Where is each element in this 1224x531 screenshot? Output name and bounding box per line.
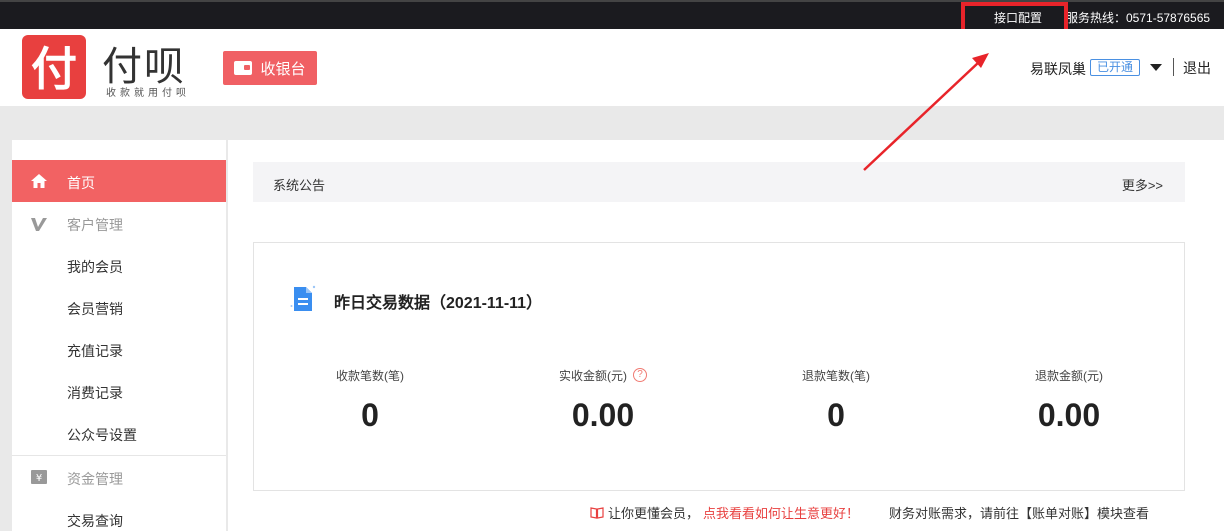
- sidebar-item-my-members[interactable]: 我的会员: [12, 244, 226, 286]
- home-icon: [31, 174, 47, 188]
- status-badge: 已开通: [1090, 59, 1141, 76]
- stat-refund-amount: 退款金额(元) 0.00: [953, 367, 1185, 434]
- sidebar-item-label: 会员营销: [67, 301, 123, 317]
- sidebar-item-label: 我的会员: [67, 259, 123, 275]
- sidebar-item-label: 交易查询: [67, 513, 123, 529]
- stat-value: 0.00: [571, 397, 635, 433]
- finance-note: 财务对账需求，请前往【账单对账】模块查看: [889, 506, 1150, 521]
- stat-received-amount: 实收金额(元) ? 0.00: [487, 367, 719, 434]
- sidebar-item-official-account-settings[interactable]: 公众号设置: [12, 412, 226, 454]
- footer-note: 让你更懂会员， 点我看看如何让生意更好！ 财务对账需求，请前往【账单对账】模块查…: [590, 503, 1149, 522]
- notice-title: 系统公告: [273, 178, 326, 193]
- question-icon[interactable]: ?: [633, 368, 647, 382]
- main-content: 系统公告 更多>> 昨日交易数据（2021-11-11） 收款笔数(笔) 0 实…: [228, 140, 1224, 531]
- svg-text:付: 付: [31, 42, 77, 96]
- sidebar-group-customer[interactable]: 客户管理: [12, 202, 226, 244]
- sidebar-item-home[interactable]: 首页: [12, 160, 226, 202]
- sidebar-item-consumption-records[interactable]: 消费记录: [12, 370, 226, 412]
- logout-link[interactable]: 退出: [1183, 58, 1211, 78]
- promo-link[interactable]: 点我看看如何让生意更好！: [703, 503, 859, 522]
- stat-label: 实收金额(元): [559, 368, 627, 383]
- system-notice-bar: 系统公告 更多>>: [253, 162, 1185, 202]
- sidebar-item-label: 首页: [67, 175, 95, 191]
- sidebar: 首页 客户管理 我的会员 会员营销 充值记录 消费记录 公众号设置 ¥ 资金管理…: [12, 140, 226, 531]
- footer-note-text: 让你更懂会员，: [608, 506, 700, 521]
- stat-value: 0.00: [1037, 397, 1101, 433]
- notice-more-link[interactable]: 更多>>: [1122, 175, 1163, 194]
- yen-icon: ¥: [31, 470, 47, 484]
- stat-value: 0: [827, 397, 845, 433]
- sidebar-item-transaction-query[interactable]: 交易查询: [12, 498, 226, 531]
- sidebar-item-label: 充值记录: [67, 343, 123, 359]
- sidebar-group-funds[interactable]: ¥ 资金管理: [12, 456, 226, 498]
- stat-label: 退款金额(元): [1035, 368, 1103, 383]
- sidebar-item-label: 资金管理: [67, 471, 123, 487]
- stat-label: 收款笔数(笔): [336, 368, 404, 383]
- v-icon: [31, 218, 47, 231]
- svg-text:¥: ¥: [36, 473, 42, 484]
- stat-label: 退款笔数(笔): [802, 368, 870, 383]
- book-icon: [590, 506, 604, 519]
- logo-slogan: 收款就用付呗: [106, 88, 190, 99]
- chevron-down-icon[interactable]: [1150, 64, 1162, 71]
- sidebar-item-recharge-records[interactable]: 充值记录: [12, 328, 226, 370]
- yesterday-stats-card: 昨日交易数据（2021-11-11） 收款笔数(笔) 0 实收金额(元) ? 0…: [253, 242, 1185, 491]
- cashier-button[interactable]: 收银台: [223, 51, 317, 85]
- document-icon: [290, 285, 316, 311]
- stats-title: 昨日交易数据（2021-11-11）: [334, 295, 543, 312]
- wallet-icon: [234, 61, 253, 75]
- logo-icon[interactable]: 付: [22, 35, 86, 99]
- sidebar-item-label: 消费记录: [67, 385, 123, 401]
- sidebar-item-label: 公众号设置: [67, 427, 137, 443]
- cashier-label: 收银台: [260, 60, 306, 78]
- service-hotline: 服务热线：0571-57876565: [1066, 11, 1211, 25]
- stat-value: 0: [361, 397, 379, 433]
- stat-refund-count: 退款笔数(笔) 0: [720, 367, 952, 434]
- header: 付 付呗 收款就用付呗 收银台 易联凤巢 已开通 退出: [0, 29, 1224, 106]
- sidebar-item-label: 客户管理: [67, 217, 123, 233]
- sidebar-item-member-marketing[interactable]: 会员营销: [12, 286, 226, 328]
- stat-payment-count: 收款笔数(笔) 0: [254, 367, 486, 434]
- divider: [1173, 58, 1174, 76]
- user-name: 易联凤巢: [1030, 61, 1086, 77]
